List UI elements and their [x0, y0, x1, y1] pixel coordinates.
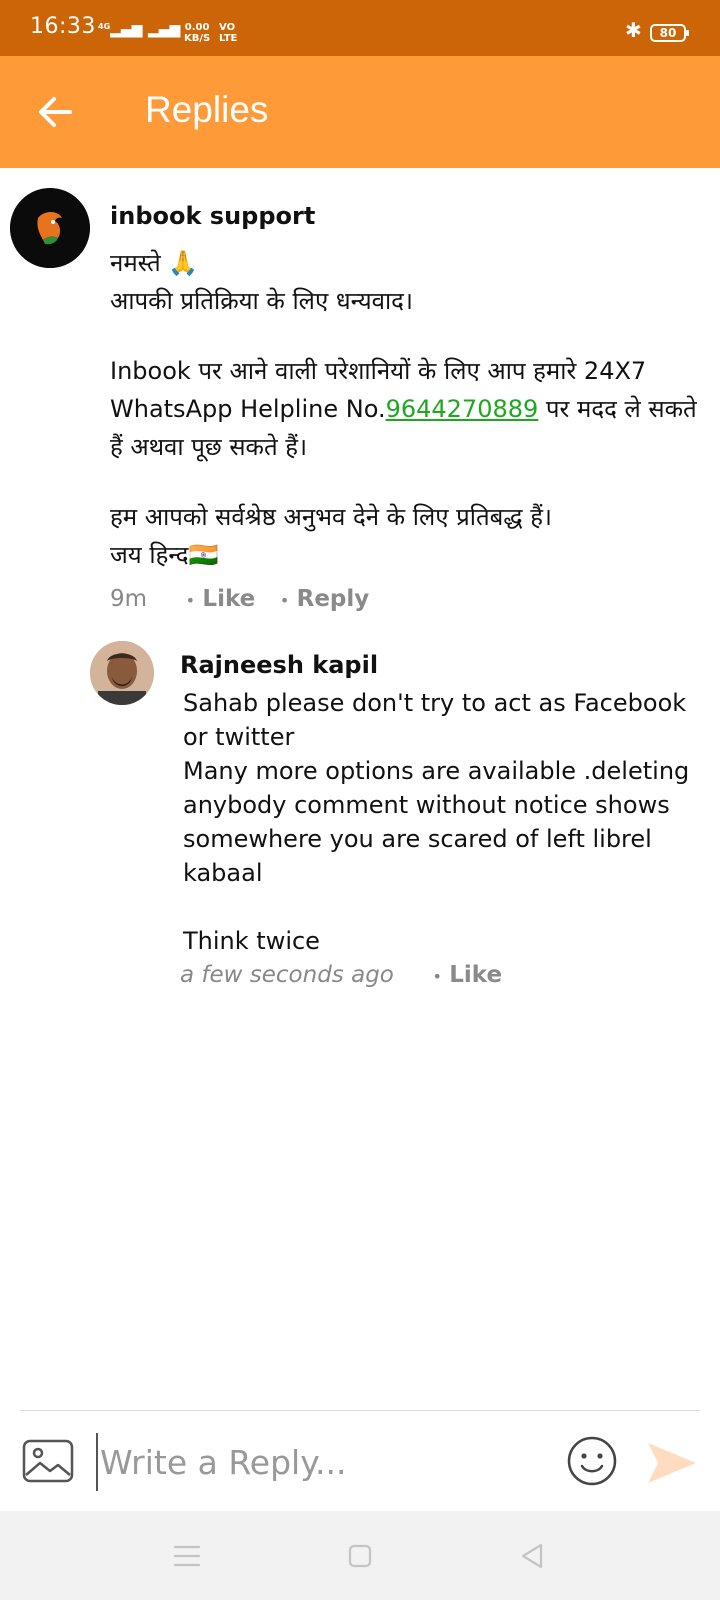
page-title: Replies [145, 89, 269, 130]
emoji-icon [567, 1436, 617, 1486]
user-photo-icon [90, 641, 154, 705]
avatar[interactable] [90, 641, 154, 705]
comment-line: Inbook पर आने वाली परेशानियों के लिए आप … [110, 357, 697, 461]
attach-image-button[interactable] [22, 1439, 74, 1483]
send-button[interactable] [644, 1439, 700, 1487]
comment-meta: 9m • Like • Reply [110, 586, 370, 612]
app-bar: Replies [0, 56, 720, 168]
send-icon [648, 1443, 696, 1483]
comment-line: आपकी प्रतिक्रिया के लिए धन्यवाद। [110, 287, 414, 315]
comment-line: हम आपको सर्वश्रेष्ठ अनुभव देने के लिए प्… [110, 503, 553, 531]
volte-indicator: VO LTE [219, 22, 238, 44]
avatar[interactable] [10, 188, 90, 268]
home-nav-button[interactable] [343, 1539, 377, 1573]
back-nav-button[interactable] [515, 1539, 549, 1573]
battery-level: 80 [659, 26, 677, 40]
back-triangle-icon [521, 1543, 543, 1569]
bluetooth-icon: ✱ [625, 18, 642, 42]
home-square-icon [348, 1544, 372, 1568]
comment-line: नमस्ते 🙏 [110, 249, 199, 277]
comment-body: नमस्ते 🙏 आपकी प्रतिक्रिया के लिए धन्यवाद… [110, 244, 710, 574]
reply-input[interactable] [96, 1433, 542, 1491]
comment-body: Sahab please don't try to act as Faceboo… [183, 686, 703, 958]
comment-time: a few seconds ago [180, 962, 394, 988]
like-button[interactable]: Like [449, 962, 502, 988]
signal-icon: 4G▂▄▆ [98, 22, 143, 38]
signal-icon-2: ▂▄▆ [148, 22, 181, 38]
status-bar: 16:33 4G▂▄▆ ▂▄▆ 0.00 KB/S VO LTE ✱ 80 [0, 0, 720, 56]
reply-composer [0, 1411, 720, 1511]
image-icon [22, 1439, 74, 1483]
phone-link[interactable]: 9644270889 [386, 395, 539, 423]
comment-author[interactable]: Rajneesh kapil [180, 651, 378, 679]
inbook-logo-icon [10, 188, 90, 268]
system-nav-bar [0, 1511, 720, 1600]
comment-meta: a few seconds ago • Like [180, 962, 503, 988]
reply-button[interactable]: Reply [297, 586, 370, 612]
comment-time: 9m [110, 586, 148, 612]
comment-line: जय हिन्द🇮🇳 [110, 541, 219, 569]
like-button[interactable]: Like [202, 586, 255, 612]
menu-icon [173, 1545, 201, 1567]
comment-author[interactable]: inbook support [110, 202, 315, 230]
back-button[interactable] [30, 82, 90, 142]
network-speed: 0.00 KB/S [184, 22, 211, 44]
menu-nav-button[interactable] [170, 1539, 204, 1573]
comment-line: Sahab please don't try to act as Faceboo… [183, 689, 687, 751]
emoji-button[interactable] [566, 1435, 618, 1487]
comment-line: Many more options are available .deletin… [183, 757, 690, 887]
battery-icon: 80 [650, 24, 689, 42]
comment-line: Think twice [183, 927, 320, 955]
back-arrow-icon [39, 97, 72, 127]
status-time: 16:33 [30, 14, 96, 39]
